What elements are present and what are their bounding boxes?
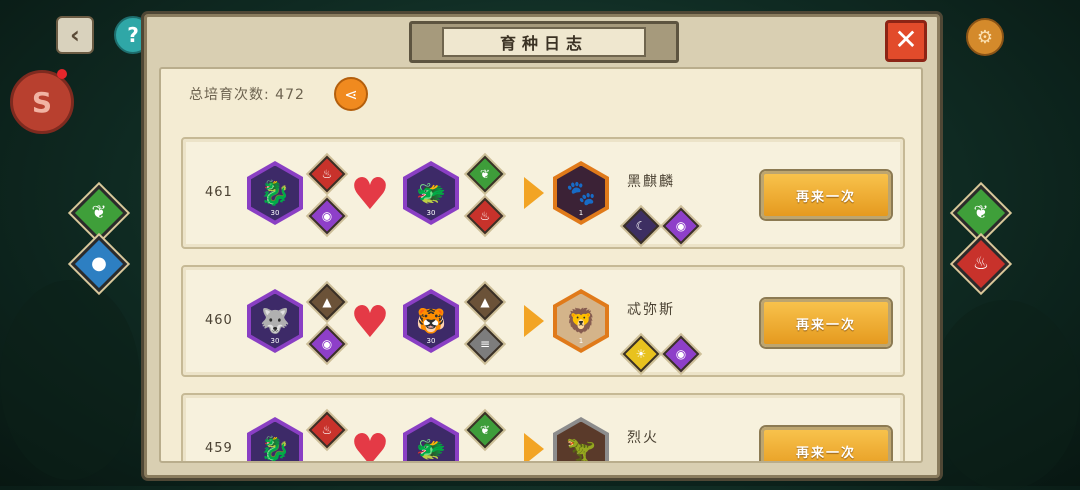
result-pet[interactable]: 🦖 (553, 417, 609, 461)
eye-icon: ◉ (321, 337, 333, 351)
breed-again-button[interactable]: 再来一次 (761, 427, 891, 461)
mountain-icon: ▲ (322, 295, 332, 309)
heart-icon: ♥ (350, 425, 390, 463)
arrow-right-icon (524, 305, 544, 337)
mountain-element: ▲ (308, 283, 346, 321)
question-icon: ? (127, 23, 139, 47)
notification-dot (57, 69, 67, 79)
pet-level: 1 (578, 337, 584, 345)
result-pet[interactable]: 🐾 1 (553, 161, 609, 225)
arrow-right-icon (524, 177, 544, 209)
arrow-right-icon (524, 433, 544, 461)
moon-element: ☾ (622, 207, 660, 245)
pet-level: 30 (426, 209, 436, 217)
eye-element: ◉ (662, 207, 700, 245)
grass-element: ❦ (466, 155, 504, 193)
right-fire-element-button[interactable]: ♨ (952, 235, 1010, 293)
leaf-icon: ❦ (91, 202, 107, 223)
parent2-pet[interactable]: 🐲 (403, 417, 459, 461)
fire-icon: ♨ (321, 167, 333, 181)
result-pet-name: 烈火 (627, 430, 659, 446)
back-arrow-icon: ‹ (70, 21, 80, 49)
background-foliage (0, 280, 140, 480)
breed-again-button[interactable]: 再来一次 (761, 299, 891, 347)
log-panel: 总培育次数: 472 ⋖ 461 🐉 30 ♨ ◉ ♥ 🐲 30 ❦ ♨ 🐾 1… (159, 67, 923, 463)
record-number: 459 (205, 441, 233, 456)
dark-dragon-icon: 🐉 (251, 421, 299, 461)
dialog-title: 育种日志 (442, 27, 646, 57)
mountain-element: ▲ (466, 283, 504, 321)
sun-icon: ☀ (635, 347, 647, 361)
leaf-icon: ❦ (479, 167, 491, 181)
eye-element: ◉ (308, 197, 346, 235)
back-button[interactable]: ‹ (56, 16, 94, 54)
heart-icon: ♥ (350, 169, 390, 220)
share-icon: ⋖ (344, 84, 358, 104)
pet-level: 30 (426, 337, 436, 345)
share-button[interactable]: ⋖ (334, 77, 368, 111)
record-number: 460 (205, 313, 233, 328)
result-pet[interactable]: 🦁 1 (553, 289, 609, 353)
fire-element: ♨ (308, 411, 346, 449)
left-grass-element-button[interactable]: ❦ (70, 184, 128, 242)
close-icon: ✕ (894, 23, 918, 56)
mountain-icon: ▲ (480, 295, 490, 309)
gear-icon: ⚙ (976, 26, 994, 48)
eye-element: ◉ (662, 335, 700, 373)
swap-icon: S (31, 85, 53, 119)
breed-again-button[interactable]: 再来一次 (761, 171, 891, 219)
swap-button[interactable]: S (10, 70, 74, 134)
leaf-icon: ❦ (479, 423, 491, 437)
sun-element: ☀ (622, 335, 660, 373)
parent2-pet[interactable]: 🐲 30 (403, 161, 459, 225)
leaf-icon: ❦ (973, 202, 989, 223)
log-header: 总培育次数: 472 ⋖ (161, 69, 921, 115)
breeding-record: 460 🐺 30 ▲ ◉ ♥ 🐯 30 ▲ ≡ 🦁 1 忒弥斯 ☀ ◉ 再来一次 (181, 265, 905, 377)
fire-beast-icon: 🦖 (557, 421, 605, 461)
pet-level: 30 (270, 337, 280, 345)
title-plate: 育种日志 (409, 21, 679, 63)
parent2-pet[interactable]: 🐯 30 (403, 289, 459, 353)
eye-icon: ◉ (321, 209, 333, 223)
grass-element: ❦ (466, 411, 504, 449)
result-pet-name: 忒弥斯 (627, 302, 675, 318)
parent1-pet[interactable]: 🐉 30 (247, 161, 303, 225)
background-foliage (930, 300, 1080, 490)
breeding-record: 459 🐉 ♨ ♥ 🐲 ❦ 🦖 烈火 再来一次 (181, 393, 905, 463)
result-pet-name: 黑麒麟 (627, 174, 675, 190)
total-breeding-count: 总培育次数: 472 (189, 87, 305, 103)
fire-icon: ♨ (479, 209, 491, 223)
parent1-pet[interactable]: 🐉 (247, 417, 303, 461)
heart-icon: ♥ (350, 297, 390, 348)
parent1-pet[interactable]: 🐺 30 (247, 289, 303, 353)
fire-icon: ♨ (321, 423, 333, 437)
pet-level: 1 (578, 209, 584, 217)
screw-icon: ≡ (479, 337, 491, 351)
breeding-record: 461 🐉 30 ♨ ◉ ♥ 🐲 30 ❦ ♨ 🐾 1 黑麒麟 ☾ ◉ 再来一次 (181, 137, 905, 249)
water-drop-icon: ● (91, 253, 107, 274)
metal-element: ≡ (466, 325, 504, 363)
fire-element: ♨ (466, 197, 504, 235)
eye-element: ◉ (308, 325, 346, 363)
settings-button[interactable]: ⚙ (966, 18, 1004, 56)
right-grass-element-button[interactable]: ❦ (952, 184, 1010, 242)
eye-icon: ◉ (675, 347, 687, 361)
fire-icon: ♨ (972, 253, 990, 274)
eye-icon: ◉ (675, 219, 687, 233)
pet-level: 30 (270, 209, 280, 217)
close-button[interactable]: ✕ (885, 20, 927, 62)
fire-element: ♨ (308, 155, 346, 193)
red-dragon-icon: 🐲 (407, 421, 455, 461)
record-number: 461 (205, 185, 233, 200)
moon-icon: ☾ (635, 219, 647, 233)
breeding-log-dialog: 育种日志 ✕ 总培育次数: 472 ⋖ 461 🐉 30 ♨ ◉ ♥ 🐲 30 (144, 14, 940, 478)
